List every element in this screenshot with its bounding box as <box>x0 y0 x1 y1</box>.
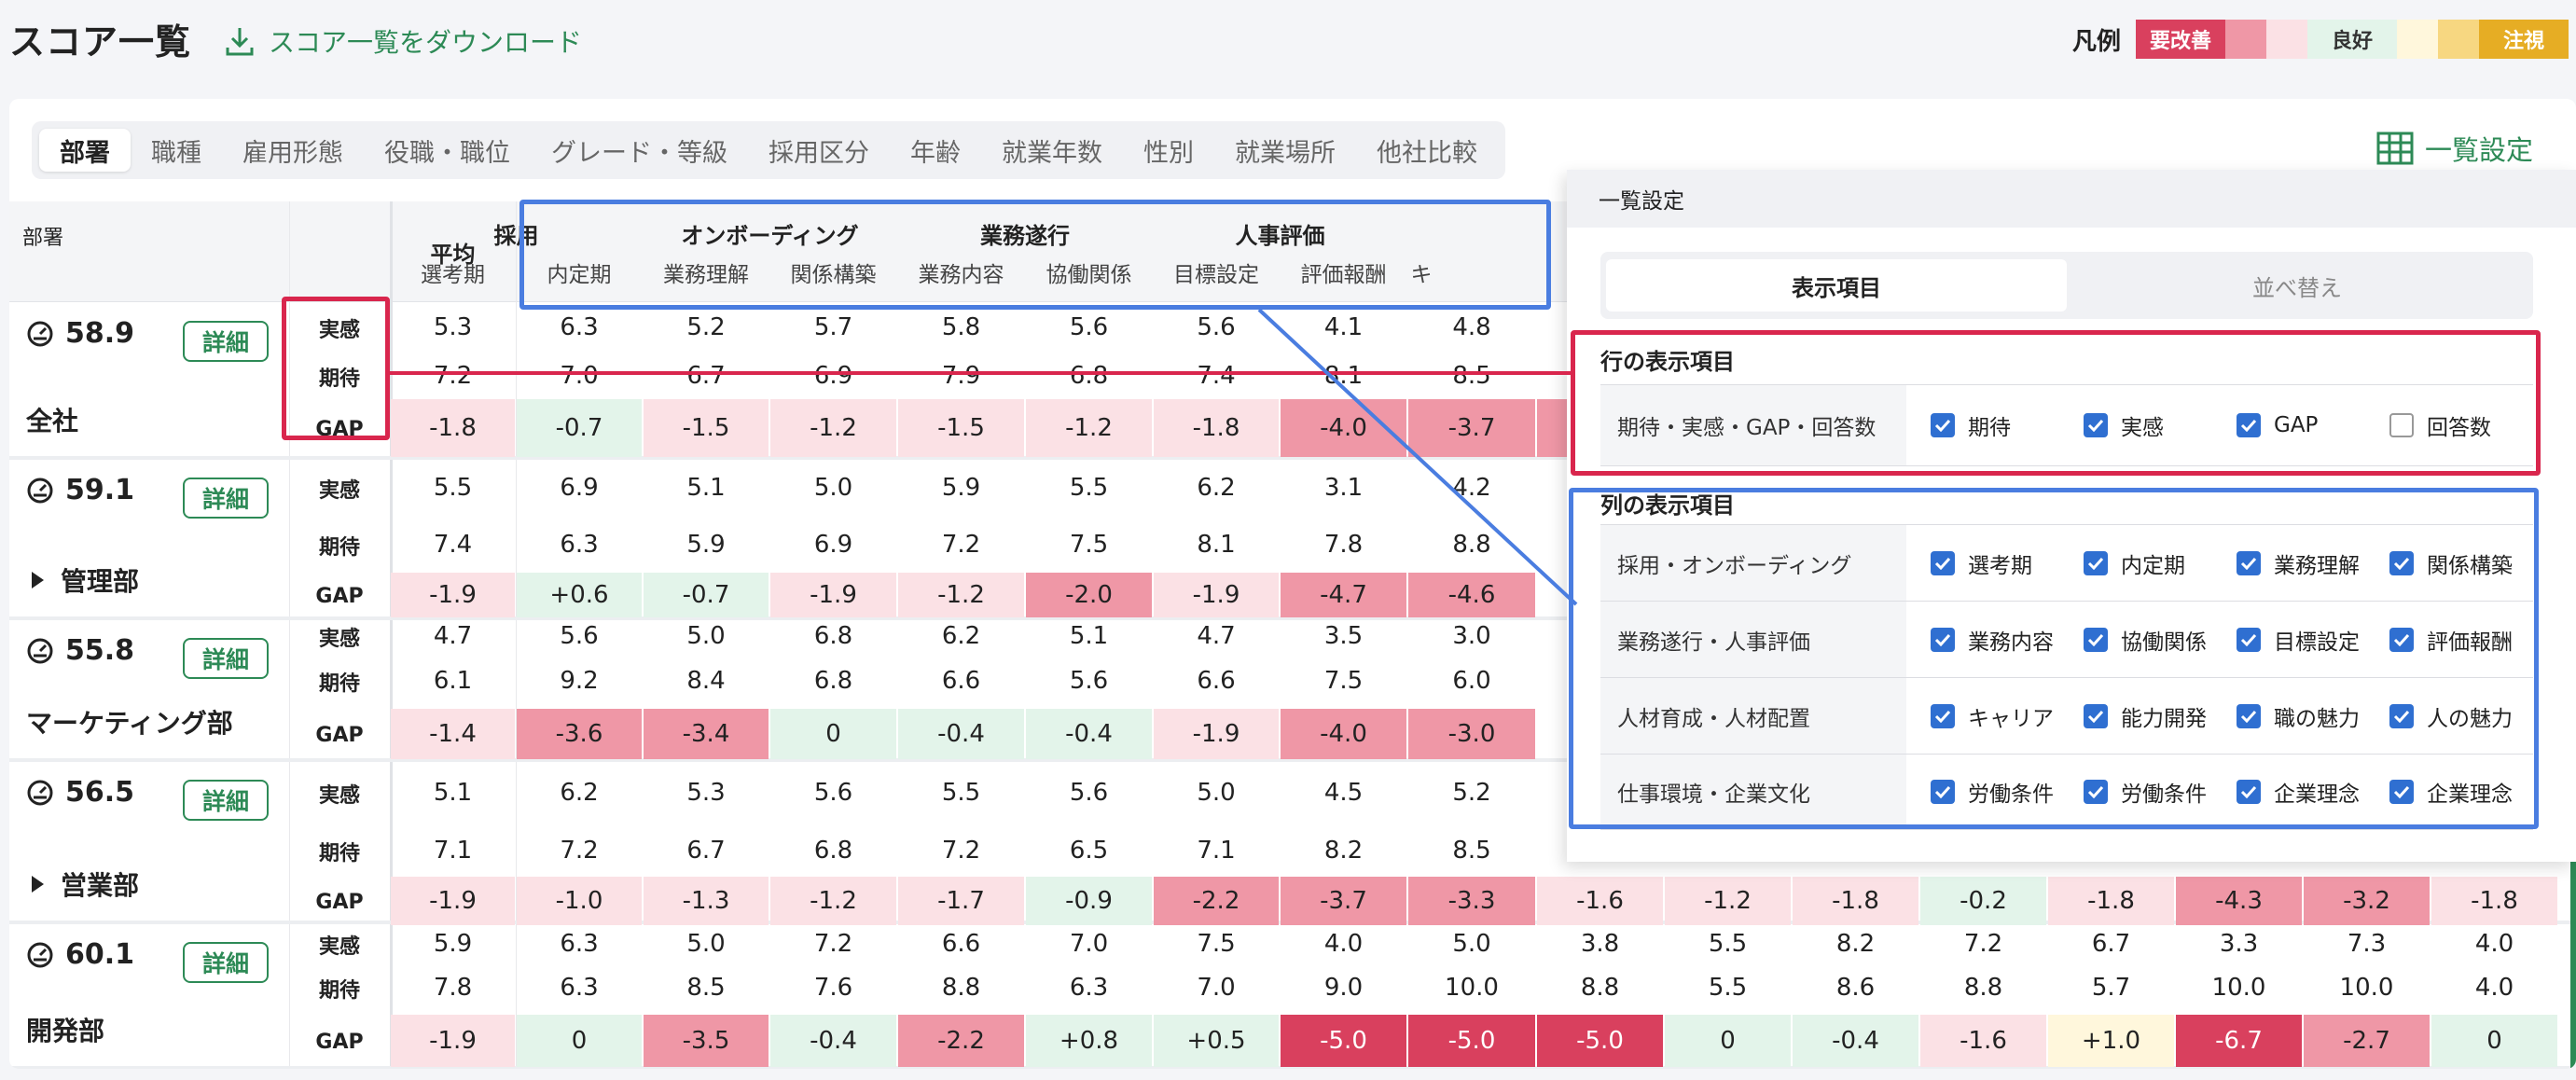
annotation-blue-line <box>1257 308 1578 606</box>
